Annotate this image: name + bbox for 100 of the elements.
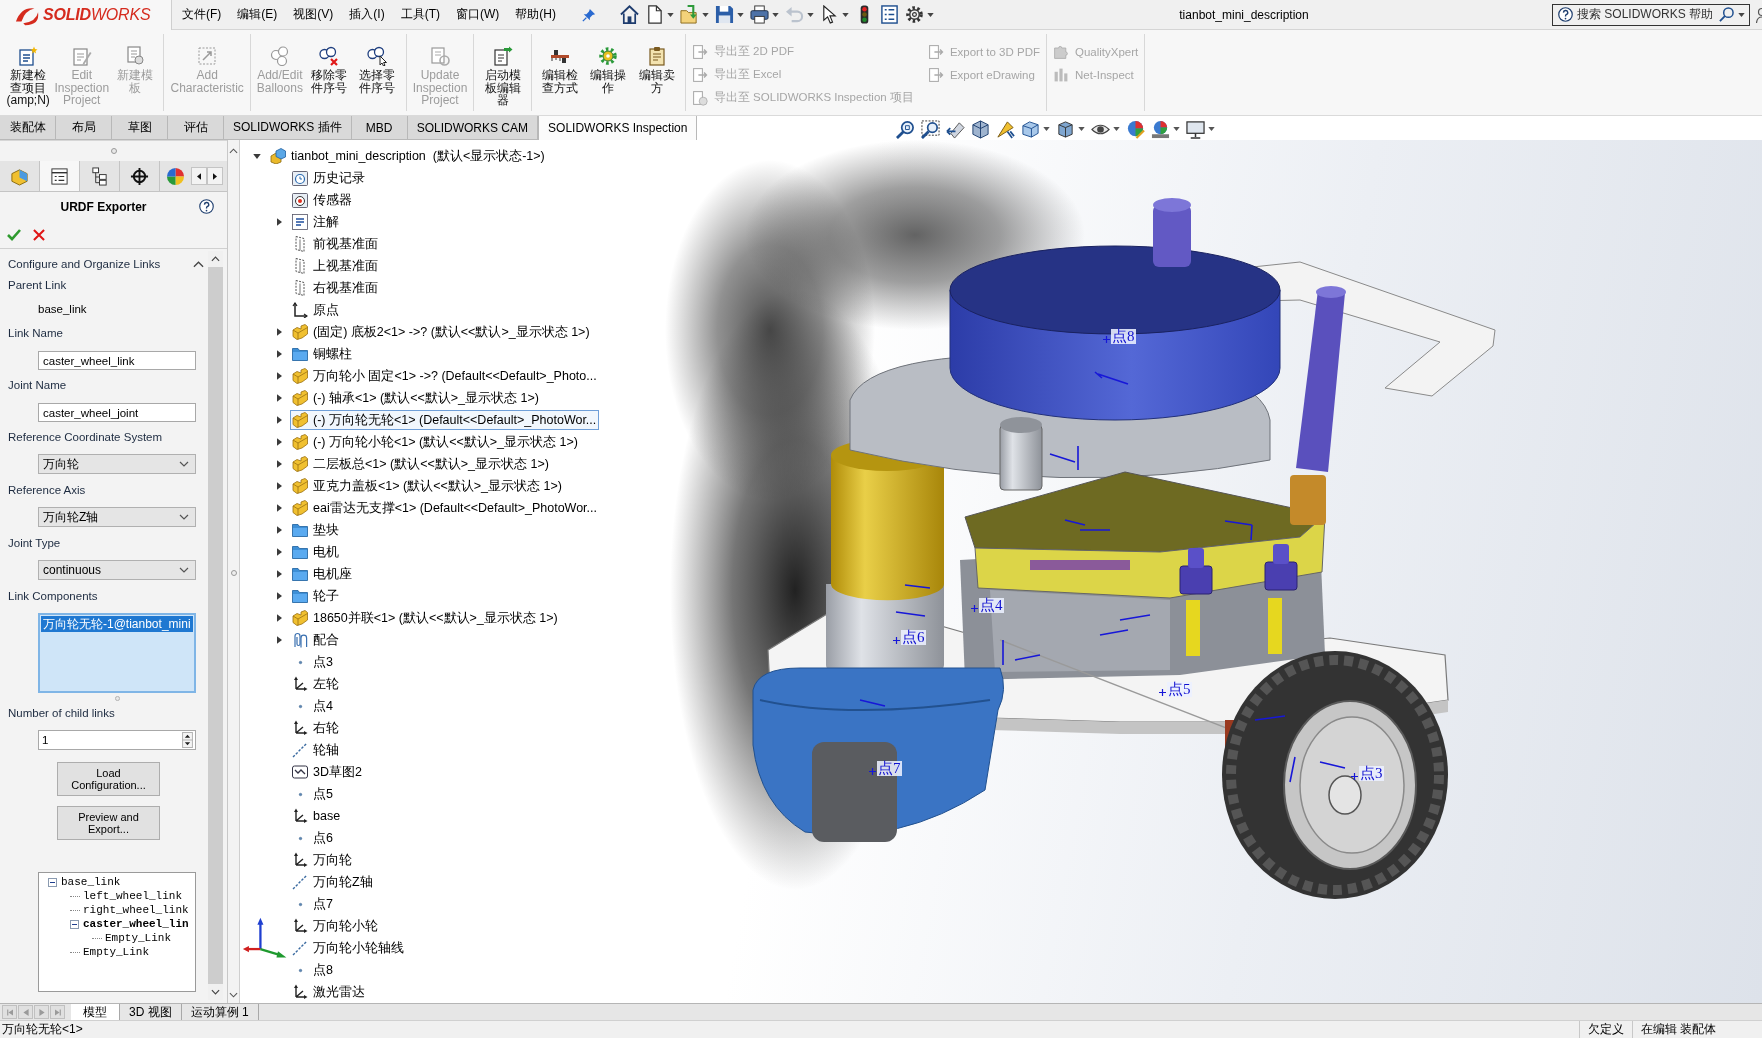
tree-item[interactable]: 传感器 bbox=[290, 190, 355, 210]
triangle-down-icon[interactable] bbox=[253, 153, 261, 159]
tree-item[interactable]: caster_wheel_lin bbox=[83, 918, 189, 930]
view-tool-button[interactable] bbox=[1150, 119, 1181, 139]
command-tab[interactable]: 草图 bbox=[112, 116, 168, 140]
pin-icon[interactable] bbox=[582, 7, 596, 22]
tree-item[interactable]: 3D草图2 bbox=[290, 762, 365, 782]
tree-item[interactable]: 铜螺柱 bbox=[290, 344, 355, 364]
robot-model-drawing[interactable] bbox=[752, 198, 1496, 899]
file-properties-button[interactable] bbox=[878, 2, 901, 27]
triangle-right-icon[interactable] bbox=[276, 592, 282, 600]
tree-item[interactable]: right_wheel_link bbox=[83, 904, 189, 916]
tree-item[interactable]: 配合 bbox=[290, 630, 342, 650]
triangle-right-icon[interactable] bbox=[276, 372, 282, 380]
tree-item[interactable]: 上视基准面 bbox=[290, 256, 381, 276]
triangle-right-icon[interactable] bbox=[276, 636, 282, 644]
input-field[interactable]: caster_wheel_link bbox=[38, 351, 196, 370]
tree-item[interactable]: 右轮 bbox=[290, 718, 342, 738]
tree-item[interactable]: 万向轮小 固定<1> ->? (Default<<Default>_Photo... bbox=[290, 366, 600, 386]
caret-icon[interactable] bbox=[1208, 127, 1215, 131]
tree-item[interactable]: 点3 bbox=[290, 652, 336, 672]
tree-item[interactable]: 亚克力盖板<1> (默认<<默认>_显示状态 1>) bbox=[290, 476, 565, 496]
triangle-right-icon[interactable] bbox=[276, 218, 282, 226]
view-tool-button[interactable] bbox=[1055, 119, 1086, 139]
caret-icon[interactable] bbox=[842, 12, 849, 17]
command-tab[interactable]: SOLIDWORKS CAM bbox=[407, 116, 539, 140]
tree-item[interactable]: 万向轮小轮 bbox=[290, 916, 381, 936]
push-button[interactable]: Preview and Export... bbox=[57, 806, 160, 840]
open-button[interactable] bbox=[678, 2, 711, 27]
caret-icon[interactable] bbox=[1738, 12, 1745, 17]
tree-item[interactable]: Empty_Link bbox=[83, 946, 149, 958]
tree-item[interactable]: base bbox=[290, 806, 344, 826]
dropdown-field[interactable]: continuous bbox=[38, 560, 196, 580]
tree-item[interactable]: 垫块 bbox=[290, 520, 342, 540]
list-box[interactable]: 万向轮无轮-1@tianbot_mini bbox=[38, 613, 196, 693]
menu-item[interactable]: 编辑(E) bbox=[237, 6, 278, 23]
menu-item[interactable]: 窗口(W) bbox=[456, 6, 500, 23]
home-button[interactable] bbox=[618, 2, 641, 27]
dropdown-field[interactable]: 万向轮 bbox=[38, 454, 196, 474]
caret-icon[interactable] bbox=[1113, 127, 1120, 131]
view-tool-button[interactable] bbox=[1125, 119, 1146, 139]
chevron-up-icon[interactable] bbox=[229, 148, 238, 154]
scroll-left-button[interactable] bbox=[191, 167, 207, 185]
command-tab[interactable]: MBD bbox=[351, 116, 408, 140]
user-icon[interactable] bbox=[1756, 6, 1762, 23]
search-icon[interactable] bbox=[1719, 7, 1734, 22]
menu-item[interactable]: 帮助(H) bbox=[515, 6, 556, 23]
help-icon[interactable] bbox=[199, 199, 214, 214]
caret-icon[interactable] bbox=[1043, 127, 1050, 131]
ribbon-button[interactable]: 编辑检查方式 bbox=[535, 46, 585, 94]
ribbon-button[interactable]: 选择零件序号 bbox=[353, 46, 402, 94]
caret-icon[interactable] bbox=[667, 12, 674, 17]
view-tool-button[interactable] bbox=[920, 119, 941, 139]
tree-item[interactable]: 轮子 bbox=[290, 586, 342, 606]
tree-item[interactable]: 点6 bbox=[290, 828, 336, 848]
triangle-right-icon[interactable] bbox=[276, 460, 282, 468]
tree-item[interactable]: 万向轮 bbox=[290, 850, 355, 870]
push-button[interactable]: Load Configuration... bbox=[57, 762, 160, 796]
tree-item[interactable]: (固定) 底板2<1> ->? (默认<<默认>_显示状态 1>) bbox=[290, 322, 593, 342]
triangle-right-icon[interactable] bbox=[276, 438, 282, 446]
tree-item[interactable]: 激光雷达 bbox=[290, 982, 368, 1002]
ribbon-button[interactable]: 编辑操作 bbox=[584, 46, 633, 94]
menu-item[interactable]: 工具(T) bbox=[400, 6, 440, 23]
tree-item[interactable]: (-) 轴承<1> (默认<<默认>_显示状态 1>) bbox=[290, 388, 542, 408]
view-tool-button[interactable] bbox=[1020, 119, 1051, 139]
ribbon-button[interactable]: 启动模板编辑器 bbox=[478, 46, 527, 107]
panel-tab[interactable] bbox=[40, 161, 80, 191]
menu-item[interactable]: 文件(F) bbox=[182, 6, 222, 23]
tree-item[interactable]: 万向轮小轮轴线 bbox=[290, 938, 407, 958]
ribbon-button[interactable]: 移除零件序号 bbox=[304, 46, 354, 94]
grip-icon[interactable] bbox=[110, 148, 117, 154]
input-field[interactable]: caster_wheel_joint bbox=[38, 403, 196, 422]
triangle-right-icon[interactable] bbox=[276, 482, 282, 490]
tree-item[interactable]: 前视基准面 bbox=[290, 234, 381, 254]
tree-item[interactable]: 注解 bbox=[290, 212, 342, 232]
collapse-box-icon[interactable] bbox=[70, 919, 79, 929]
grip-icon[interactable] bbox=[114, 695, 120, 701]
caret-icon[interactable] bbox=[1078, 127, 1085, 131]
tree-item[interactable]: 点7 bbox=[290, 894, 336, 914]
tree-item[interactable]: (-) 万向轮小轮<1> (默认<<默认>_显示状态 1>) bbox=[290, 432, 581, 452]
triangle-right-icon[interactable] bbox=[276, 570, 282, 578]
chevron-up-icon[interactable] bbox=[211, 256, 220, 262]
tree-item[interactable]: 点4 bbox=[290, 696, 336, 716]
number-field[interactable]: 1 bbox=[38, 730, 196, 750]
menu-item[interactable]: 插入(I) bbox=[349, 6, 385, 23]
triangle-right-icon[interactable] bbox=[276, 350, 282, 358]
collapse-box-icon[interactable] bbox=[48, 877, 57, 887]
search-field[interactable]: 搜索 SOLIDWORKS 帮助 bbox=[1552, 3, 1750, 26]
caret-icon[interactable] bbox=[737, 12, 744, 17]
command-tab[interactable]: SOLIDWORKS 插件 bbox=[224, 116, 352, 140]
tree-item[interactable]: 18650并联<1> (默认<<默认>_显示状态 1>) bbox=[290, 608, 561, 628]
tree-item[interactable]: (-) 万向轮无轮<1> (Default<<Default>_PhotoWor... bbox=[290, 410, 600, 430]
spin-arrows-icon[interactable] bbox=[182, 732, 193, 748]
ribbon-button[interactable]: 新建检查项目(amp;N) bbox=[4, 46, 53, 107]
view-tool-button[interactable] bbox=[970, 119, 991, 139]
ribbon-button[interactable]: 编辑卖方 bbox=[632, 46, 681, 94]
command-tab[interactable]: 装配体 bbox=[0, 116, 56, 140]
cancel-button[interactable] bbox=[33, 229, 45, 241]
tree-item[interactable]: 万向轮Z轴 bbox=[290, 872, 376, 892]
tree-item[interactable]: 原点 bbox=[290, 300, 342, 320]
